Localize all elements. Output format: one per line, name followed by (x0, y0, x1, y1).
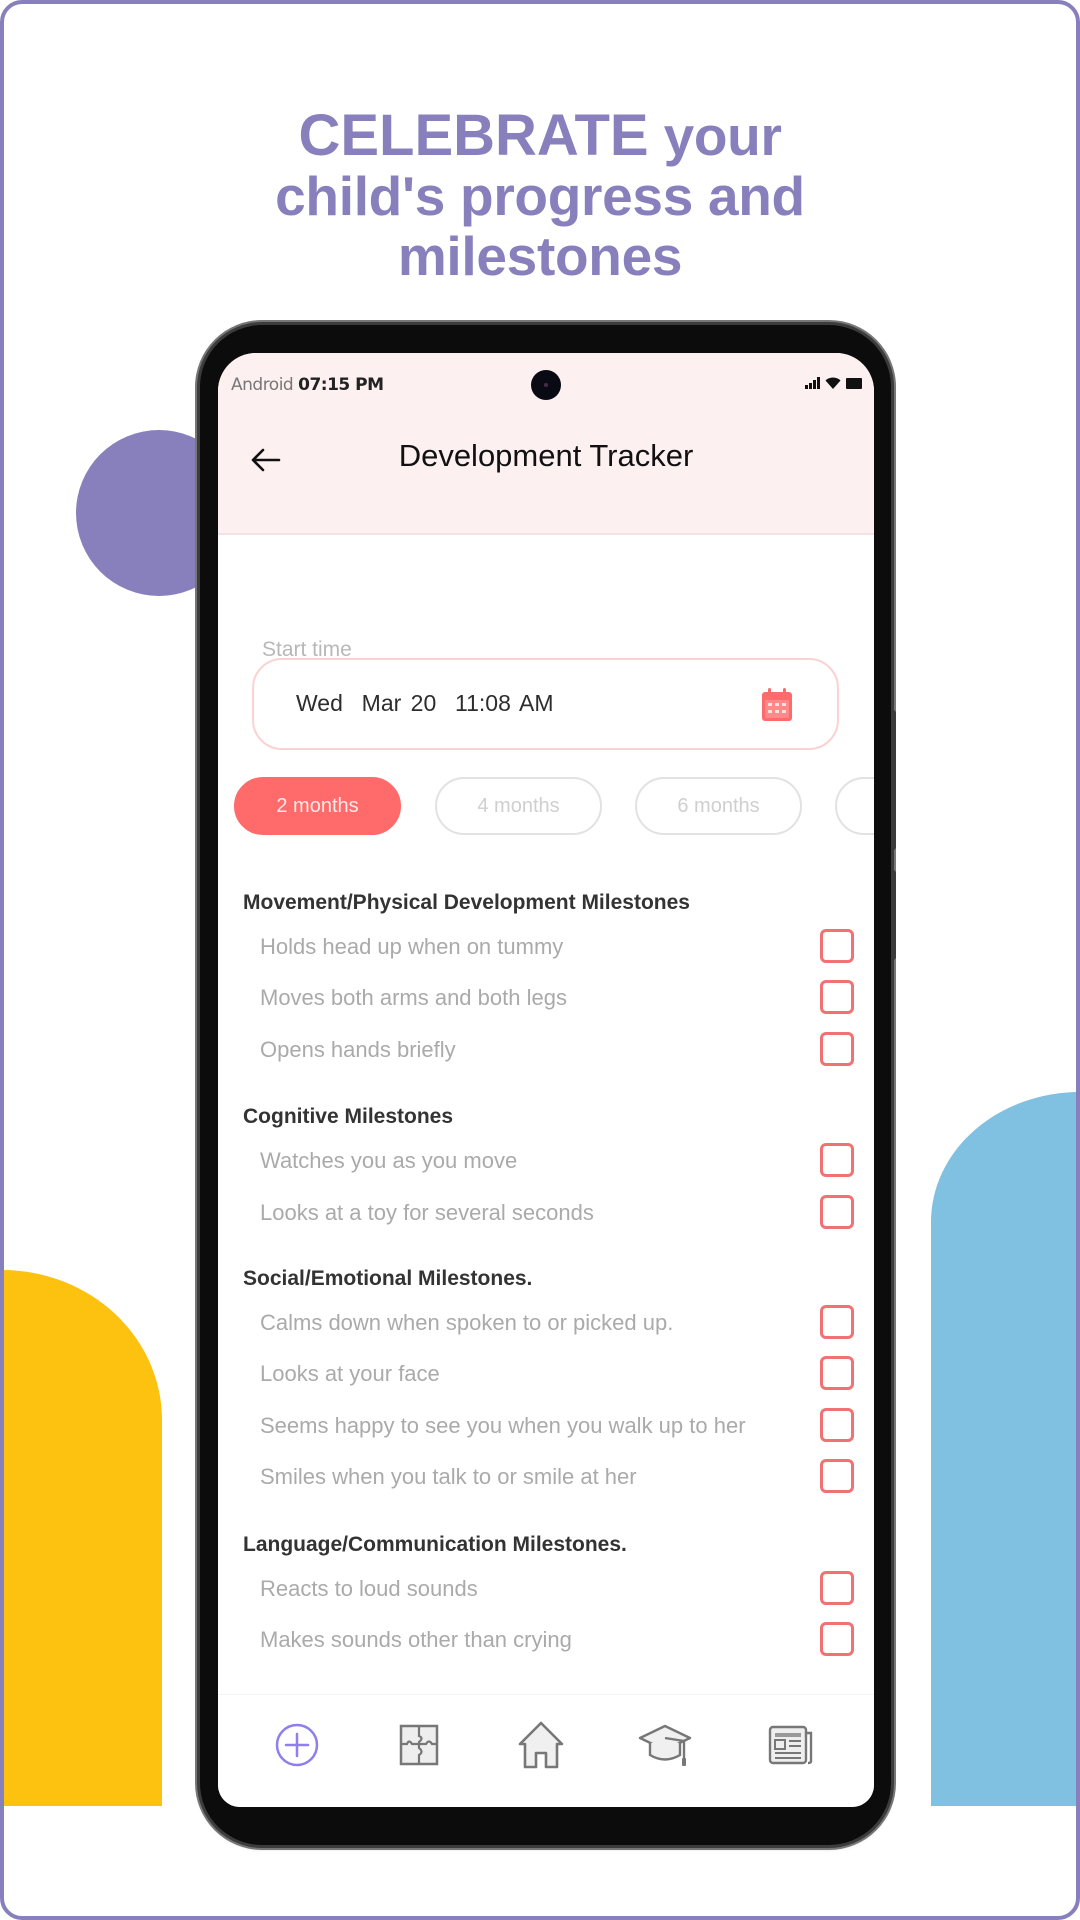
headline-line-1: CELEBRATE your (0, 103, 1080, 168)
milestone-label: Seems happy to see you when you walk up … (260, 1413, 746, 1438)
milestone-item: Calms down when spoken to or picked up. (218, 1302, 874, 1342)
milestone-item: Watches you as you move (218, 1140, 874, 1180)
start-time-field[interactable]: Wed Mar 20 11:08 AM (252, 658, 839, 750)
milestone-checkbox[interactable] (820, 1305, 854, 1339)
headline-line-2: child's progress and (275, 165, 805, 227)
milestone-checkbox[interactable] (820, 1143, 854, 1177)
milestone-label: Smiles when you talk to or smile at her (260, 1464, 637, 1489)
milestone-item: Moves both arms and both legs (218, 977, 874, 1017)
milestone-checkbox[interactable] (820, 1356, 854, 1390)
milestone-checkbox[interactable] (820, 929, 854, 963)
milestone-item: Looks at a toy for several seconds (218, 1192, 874, 1232)
phone-volume-button (891, 710, 896, 850)
milestone-label: Looks at your face (260, 1361, 440, 1386)
milestone-item: Makes sounds other than crying (218, 1619, 874, 1659)
milestone-checkbox[interactable] (820, 1622, 854, 1656)
milestone-item: Reacts to loud sounds (218, 1568, 874, 1608)
headline-line-1-rest: your (648, 105, 782, 167)
bottom-nav (218, 1694, 874, 1807)
nav-news-button[interactable] (763, 1717, 819, 1773)
front-camera (531, 370, 561, 400)
milestone-label: Moves both arms and both legs (260, 985, 567, 1010)
start-time-value: Wed Mar 20 11:08 AM (296, 690, 554, 716)
page-title: Development Tracker (398, 438, 694, 473)
status-time: 07:15 PM (298, 375, 384, 395)
milestone-item: Smiles when you talk to or smile at her (218, 1456, 874, 1496)
milestone-label: Calms down when spoken to or picked up. (260, 1310, 674, 1335)
milestone-checkbox[interactable] (820, 1459, 854, 1493)
status-carrier: Android (231, 375, 294, 395)
milestone-checkbox[interactable] (820, 980, 854, 1014)
tab-2-months[interactable]: 2 months (234, 777, 401, 835)
status-left: Android 07:15 PM (231, 375, 384, 395)
milestone-item: Seems happy to see you when you walk up … (218, 1405, 874, 1445)
milestone-item: Holds head up when on tummy (218, 926, 874, 966)
milestone-label: Looks at a toy for several seconds (260, 1200, 594, 1225)
nav-learn-button[interactable] (637, 1717, 693, 1773)
newspaper-icon (768, 1725, 813, 1765)
decorative-yellow-shape (0, 1270, 162, 1806)
milestone-label: Reacts to loud sounds (260, 1576, 478, 1601)
milestone-label: Opens hands briefly (260, 1037, 456, 1062)
battery-icon (846, 378, 862, 389)
signal-icon (805, 377, 820, 389)
nav-add-button[interactable] (269, 1717, 325, 1773)
milestone-label: Makes sounds other than crying (260, 1627, 572, 1652)
tab-next-partial[interactable] (835, 777, 874, 835)
milestone-item: Opens hands briefly (218, 1029, 874, 1069)
headline-emphasis: CELEBRATE (298, 103, 649, 168)
section-title-cognitive: Cognitive Milestones (243, 1105, 454, 1128)
milestone-label: Holds head up when on tummy (260, 934, 564, 959)
headline-line-3: milestones (397, 225, 683, 287)
section-title-movement: Movement/Physical Development Milestones (243, 891, 690, 914)
milestone-checkbox[interactable] (820, 1195, 854, 1229)
phone-power-button (891, 870, 896, 960)
section-title-social-emotional: Social/Emotional Milestones. (243, 1267, 533, 1290)
milestone-label: Watches you as you move (260, 1148, 518, 1173)
phone-screen: Android 07:15 PM Development Tracker Sta… (218, 353, 874, 1807)
tab-6-months[interactable]: 6 months (635, 777, 802, 835)
status-icons (805, 377, 862, 389)
milestone-item: Looks at your face (218, 1353, 874, 1393)
plus-circle-icon (275, 1723, 319, 1767)
decorative-blue-shape (931, 1092, 1080, 1806)
puzzle-icon (399, 1724, 439, 1766)
tab-4-months[interactable]: 4 months (435, 777, 602, 835)
home-icon (518, 1721, 564, 1769)
milestone-checkbox[interactable] (820, 1032, 854, 1066)
status-bar: Android 07:15 PM (218, 353, 874, 413)
promo-headline: CELEBRATE your child's progress and mile… (0, 103, 1080, 287)
section-title-language: Language/Communication Milestones. (243, 1533, 627, 1556)
milestone-checkbox[interactable] (820, 1408, 854, 1442)
app-bar: Development Tracker (218, 413, 874, 535)
milestone-checkbox[interactable] (820, 1571, 854, 1605)
wifi-icon (825, 377, 841, 389)
nav-activities-button[interactable] (391, 1717, 447, 1773)
age-tabs: 2 months 4 months 6 months (234, 777, 874, 835)
phone-mockup: Android 07:15 PM Development Tracker Sta… (200, 325, 896, 1845)
nav-home-button[interactable] (513, 1717, 569, 1773)
calendar-icon[interactable] (761, 688, 793, 722)
graduation-cap-icon (638, 1724, 692, 1766)
